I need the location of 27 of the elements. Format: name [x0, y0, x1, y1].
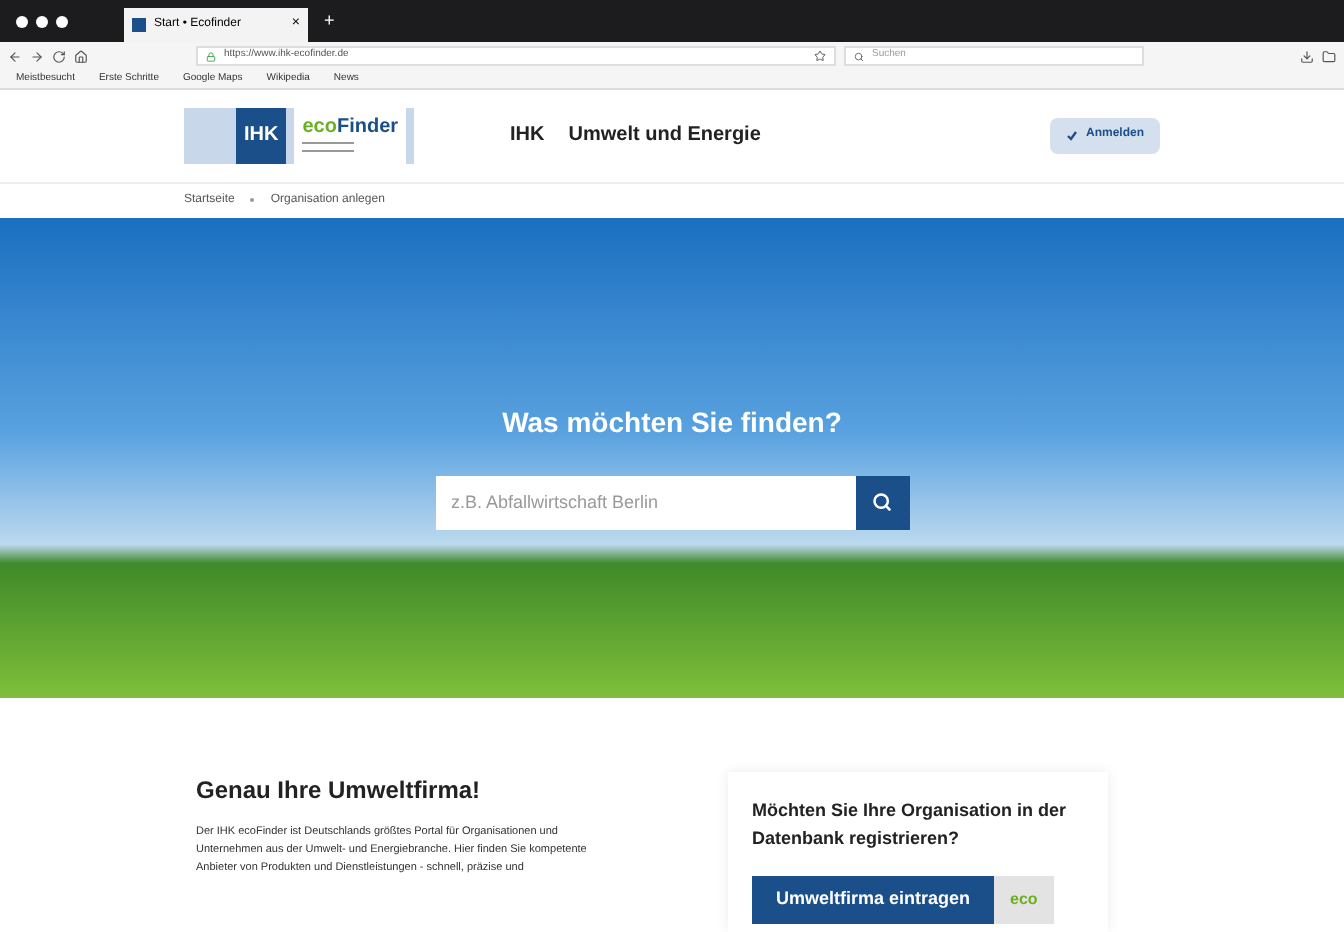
library-icon[interactable]: [1322, 49, 1336, 64]
nav-link[interactable]: IHK: [510, 120, 545, 151]
forward-icon[interactable]: [30, 49, 44, 64]
home-icon[interactable]: [74, 49, 88, 64]
search-icon: [854, 51, 864, 62]
intro-heading: Genau Ihre Umweltfirma!: [196, 774, 483, 808]
search-button[interactable]: [855, 475, 909, 530]
reload-icon[interactable]: [52, 49, 66, 64]
check-icon: [1065, 129, 1078, 142]
register-heading: Möchten Sie Ihre Organisation in der Datenbank registrieren?: [752, 798, 1069, 852]
back-icon[interactable]: [8, 49, 22, 64]
ihk-badge: IHK: [236, 107, 287, 164]
ecofinder-logo[interactable]: IHK ecoFinder: [184, 107, 415, 164]
hero-title: Was möchten Sie finden?: [502, 403, 842, 442]
tagline-lines-icon: [302, 142, 355, 153]
nav-link[interactable]: Umwelt und Energie: [568, 120, 761, 151]
download-icon[interactable]: [1300, 49, 1314, 64]
favicon-icon: [132, 18, 146, 33]
breadcrumb-separator-icon: [250, 198, 255, 203]
lock-icon: [206, 51, 216, 62]
register-button[interactable]: Umweltfirma eintragen: [752, 876, 995, 924]
new-tab-button[interactable]: +: [324, 7, 335, 35]
hero-search-field[interactable]: z.B. Abfallwirtschaft Berlin: [435, 475, 855, 530]
eco-badge: eco: [994, 876, 1054, 924]
search-icon: [872, 492, 892, 513]
star-icon[interactable]: [814, 50, 826, 63]
logo-wordmark: ecoFinder: [302, 118, 399, 139]
